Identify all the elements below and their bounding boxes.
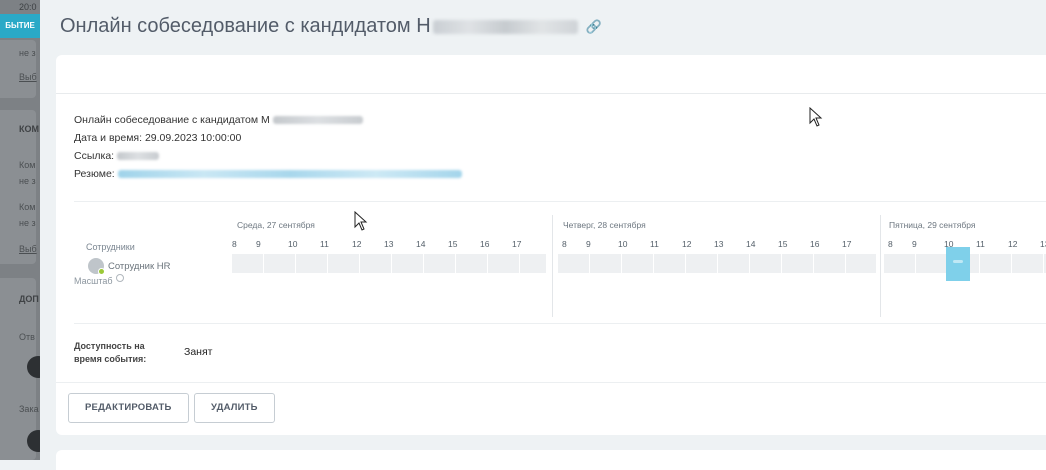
link-label: Ссылка: [74, 150, 115, 162]
hour-label: 13 [384, 239, 394, 249]
sidebar-line: Зака [19, 404, 39, 414]
divider [880, 215, 881, 317]
sidebar-line: не з [19, 48, 36, 58]
day-title: Среда, 27 сентября [237, 220, 315, 230]
sidebar-heading: КОМ [19, 124, 39, 134]
hour-label: 10 [618, 239, 628, 249]
redacted-name [272, 116, 363, 125]
hour-label: 9 [256, 239, 261, 249]
planner-day: Четверг, 28 сентября 8 9 10 11 12 13 14 … [558, 215, 878, 281]
divider [56, 93, 1046, 94]
datetime-row: Дата и время: 29.09.2023 10:00:00 [74, 129, 462, 147]
redacted-link[interactable] [117, 152, 160, 161]
sidebar-link[interactable]: Выб [19, 244, 37, 254]
page-title-text: Онлайн собеседование с кандидатом Н [60, 15, 431, 37]
sidebar-event-button[interactable]: БЫТИЕ [0, 14, 40, 38]
hour-label: 14 [416, 239, 426, 249]
event-title-text: Онлайн собеседование с кандидатом М [74, 114, 270, 126]
gear-icon[interactable] [115, 274, 124, 282]
divider [74, 201, 1046, 202]
hour-label: 15 [448, 239, 458, 249]
employee-name: Сотрудник HR [108, 260, 171, 272]
event-card: Онлайн собеседование с кандидатом М Дата… [56, 55, 1046, 435]
page-title: Онлайн собеседование с кандидатом Н 🔗 [60, 15, 602, 38]
sidebar-line: Ком [19, 160, 36, 170]
event-title-row: Онлайн собеседование с кандидатом М [74, 111, 462, 129]
hour-label: 9 [912, 239, 917, 249]
redacted-name [432, 19, 578, 34]
employees-label: Сотрудники [86, 242, 135, 252]
edit-button[interactable]: РЕДАКТИРОВАТЬ [68, 393, 189, 423]
hour-label: 11 [976, 239, 985, 249]
divider [56, 382, 1046, 383]
divider [74, 323, 1046, 324]
availability-planner: Сотрудники Сотрудник HR Масштаб Среда, 2… [74, 215, 1046, 325]
left-sidebar: 20:0 БЫТИЕ не з Выб КОМ Ком не з Ком не … [0, 0, 40, 460]
hour-label: 17 [512, 239, 522, 249]
day-title: Пятница, 29 сентября [889, 220, 976, 230]
hour-label: 16 [810, 239, 820, 249]
timeline-bar[interactable] [232, 254, 546, 273]
scale-control[interactable]: Масштаб [74, 274, 124, 286]
hour-label: 15 [778, 239, 788, 249]
event-details: Онлайн собеседование с кандидатом М Дата… [74, 111, 462, 183]
hour-label: 17 [842, 239, 852, 249]
hour-label: 8 [888, 239, 893, 249]
link-icon[interactable]: 🔗 [586, 19, 602, 35]
sidebar-heading: ДОП [19, 294, 39, 304]
resume-label: Резюме: [74, 168, 115, 180]
hour-label: 13 [1040, 239, 1046, 249]
hour-label: 11 [650, 239, 659, 249]
avatar [88, 258, 105, 275]
sidebar-line: не з [19, 218, 36, 228]
hour-label: 12 [682, 239, 692, 249]
datetime-label: Дата и время: [74, 132, 143, 144]
day-title: Четверг, 28 сентября [563, 220, 646, 230]
planner-day: Среда, 27 сентября 8 9 10 11 12 13 14 15… [232, 215, 550, 281]
hour-label: 8 [232, 239, 237, 249]
next-card [56, 450, 1046, 470]
resume-row: Резюме: [74, 165, 462, 183]
hour-label: 13 [714, 239, 724, 249]
hour-label: 11 [320, 239, 329, 249]
hour-label: 10 [288, 239, 298, 249]
sidebar-line: не з [19, 176, 36, 186]
availability-label: Доступность на время события: [74, 341, 147, 364]
resume-link[interactable] [117, 170, 462, 179]
sidebar-line: Ком [19, 202, 36, 212]
sidebar-link[interactable]: Выб [19, 72, 37, 82]
hour-label: 16 [480, 239, 490, 249]
busy-slot[interactable] [946, 247, 970, 281]
hour-label: 12 [1008, 239, 1018, 249]
link-row: Ссылка: [74, 147, 462, 165]
sidebar-line: Отв [19, 332, 35, 342]
scale-label: Масштаб [74, 276, 113, 286]
datetime-value: 29.09.2023 10:00:00 [144, 132, 242, 144]
timeline-bar[interactable] [558, 254, 876, 273]
hour-label: 8 [562, 239, 567, 249]
hour-label: 9 [586, 239, 591, 249]
sidebar-time: 20:0 [19, 2, 37, 12]
hour-label: 14 [746, 239, 756, 249]
hour-label: 12 [352, 239, 362, 249]
divider [552, 215, 553, 317]
availability-value: Занят [184, 346, 213, 358]
employee-row: Сотрудник HR [88, 258, 171, 275]
delete-button[interactable]: УДАЛИТЬ [194, 393, 275, 423]
